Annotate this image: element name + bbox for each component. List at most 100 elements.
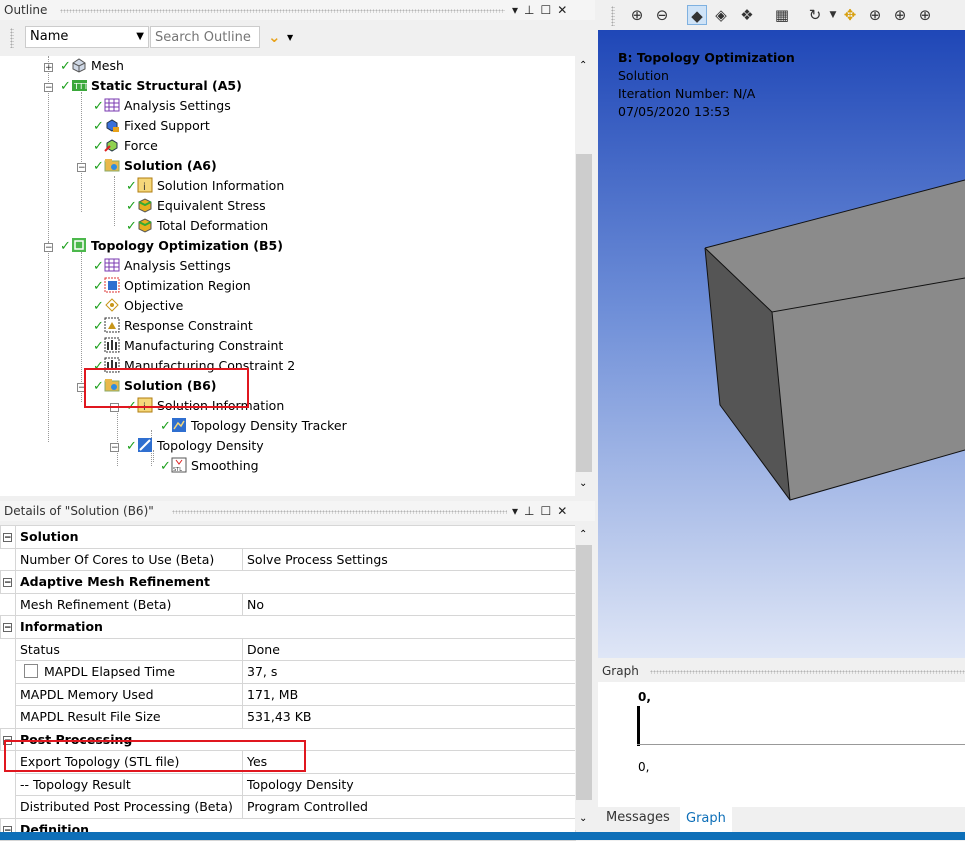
tree-node-smoothing[interactable]: ✓ STL Smoothing xyxy=(160,456,259,476)
maximize-icon[interactable]: ☐ xyxy=(540,501,551,521)
svg-text:i: i xyxy=(143,182,146,193)
collapse-icon[interactable]: − xyxy=(0,570,16,594)
property-row[interactable]: -- Topology Result Topology Density xyxy=(1,772,576,796)
tree-node-analysis-settings[interactable]: ✓ Analysis Settings xyxy=(93,96,231,116)
dropdown-arrow-icon[interactable]: ▾ xyxy=(512,0,518,20)
property-row[interactable]: MAPDL Memory Used 171, MB xyxy=(1,682,576,706)
solution-icon xyxy=(104,157,120,173)
scroll-up-icon[interactable]: ⌃ xyxy=(579,529,587,540)
tree-node-label: Manufacturing Constraint xyxy=(124,338,284,353)
tree-node-label: Objective xyxy=(124,298,184,313)
shaded-view-icon[interactable]: ◆ xyxy=(687,5,707,25)
svg-text:STL: STL xyxy=(173,467,182,473)
geometry-model[interactable] xyxy=(598,30,965,658)
property-value[interactable]: Solve Process Settings xyxy=(242,547,576,571)
tree-node-total-deformation[interactable]: ✓ Total Deformation xyxy=(126,216,268,236)
tab-graph[interactable]: Graph xyxy=(680,807,732,832)
check-icon: ✓ xyxy=(93,119,104,134)
search-options-icon[interactable]: ⌄ xyxy=(268,28,281,46)
edges-view-icon[interactable]: ❖ xyxy=(737,5,757,25)
titlebar-grip xyxy=(650,670,965,674)
tree-node-fixed-support[interactable]: ✓ Fixed Support xyxy=(93,116,210,136)
tree-node-equivalent-stress[interactable]: ✓ Equivalent Stress xyxy=(126,196,266,216)
filter-select[interactable]: Name ▼ xyxy=(25,26,149,48)
check-icon: ✓ xyxy=(93,99,104,114)
tree-node-topology-optimization[interactable]: ✓ Topology Optimization (B5) xyxy=(60,236,283,256)
tree-node-mesh[interactable]: ✓ Mesh xyxy=(60,56,124,76)
details-scrollbar[interactable]: ⌃ ⌄ xyxy=(575,525,593,830)
group-header-adaptive-mesh[interactable]: − Adaptive Mesh Refinement xyxy=(0,570,576,594)
tree-node-solution-information[interactable]: ✓ i Solution Information xyxy=(126,176,284,196)
box-zoom-icon[interactable]: ⊕ xyxy=(890,5,910,25)
outline-scrollbar[interactable]: ⌃ ⌄ xyxy=(575,56,593,496)
zoom-box-icon[interactable]: ⊖ xyxy=(652,5,672,25)
tree-node-response-constraint[interactable]: ✓ Response Constraint xyxy=(93,316,253,336)
collapse-toggle[interactable]: − xyxy=(110,443,119,453)
search-outline-input[interactable] xyxy=(150,26,260,48)
rotate-icon[interactable]: ↻ xyxy=(805,5,825,25)
tree-node-analysis-settings-b[interactable]: ✓ Analysis Settings xyxy=(93,256,231,276)
group-header-information[interactable]: − Information xyxy=(0,615,576,639)
outline-title: Outline xyxy=(4,3,48,17)
scroll-up-icon[interactable]: ⌃ xyxy=(579,60,587,71)
property-row[interactable]: Number Of Cores to Use (Beta) Solve Proc… xyxy=(0,547,576,571)
group-header-solution[interactable]: − Solution xyxy=(0,525,576,549)
tree-node-optimization-region[interactable]: ✓ Optimization Region xyxy=(93,276,251,296)
pin-icon[interactable]: ⊥ xyxy=(524,0,534,20)
tree-node-objective[interactable]: ✓ Objective xyxy=(93,296,183,316)
property-value[interactable]: Topology Density xyxy=(242,772,576,796)
graph-area[interactable]: 0, 0, xyxy=(598,682,965,807)
collapse-toggle[interactable]: − xyxy=(44,83,53,93)
group-title: Solution xyxy=(15,525,576,549)
zoom-extents-icon[interactable]: ⊕ xyxy=(915,5,935,25)
titlebar-grip xyxy=(172,510,507,514)
scrollbar-thumb[interactable] xyxy=(576,545,592,800)
tree-node-manufacturing-constraint[interactable]: ✓ Manufacturing Constraint xyxy=(93,336,283,356)
section-plane-icon[interactable]: ▦ xyxy=(772,5,792,25)
topology-optimization-icon xyxy=(71,237,87,253)
tree-node-topology-density[interactable]: ✓ Topology Density xyxy=(126,436,264,456)
property-row[interactable]: MAPDL Elapsed Time 37, s xyxy=(1,660,576,684)
tree-node-topology-density-tracker[interactable]: ✓ Topology Density Tracker xyxy=(160,416,347,436)
wireframe-view-icon[interactable]: ◈ xyxy=(711,5,731,25)
pin-icon[interactable]: ⊥ xyxy=(524,501,534,521)
property-row[interactable]: MAPDL Result File Size 531,43 KB xyxy=(1,705,576,729)
parameter-checkbox[interactable] xyxy=(24,664,38,679)
tree-node-static-structural[interactable]: ✓ TTT Static Structural (A5) xyxy=(60,76,242,96)
result-icon xyxy=(137,217,153,233)
property-value[interactable]: No xyxy=(242,592,576,616)
collapse-toggle[interactable]: − xyxy=(44,243,53,253)
scrollbar-thumb[interactable] xyxy=(576,154,592,472)
check-icon: ✓ xyxy=(60,79,71,94)
tree-node-force[interactable]: ✓ Force xyxy=(93,136,158,156)
property-row[interactable]: Status Done xyxy=(1,637,576,661)
maximize-icon[interactable]: ☐ xyxy=(540,0,551,20)
tab-messages[interactable]: Messages xyxy=(606,810,670,825)
details-titlebar: Details of "Solution (B6)" ▾ ⊥ ☐ ✕ xyxy=(0,501,595,521)
dropdown-arrow-icon[interactable]: ▾ xyxy=(512,501,518,521)
scroll-down-icon[interactable]: ⌄ xyxy=(579,813,587,824)
graph-y-axis xyxy=(637,706,640,746)
tree-node-solution-a6[interactable]: ✓ Solution (A6) xyxy=(93,156,217,176)
check-icon: ✓ xyxy=(126,439,137,454)
tracker-icon xyxy=(171,417,187,433)
expand-toggle[interactable]: + xyxy=(44,63,53,73)
collapse-icon[interactable]: − xyxy=(0,615,16,639)
property-value[interactable]: Program Controlled xyxy=(242,795,576,819)
scroll-down-icon[interactable]: ⌄ xyxy=(579,478,587,489)
property-row[interactable]: Distributed Post Processing (Beta) Progr… xyxy=(1,795,576,819)
response-constraint-icon xyxy=(104,317,120,333)
collapse-toggle[interactable]: − xyxy=(77,163,86,173)
collapse-icon[interactable]: − xyxy=(0,525,16,549)
small-dropdown-icon[interactable]: ▼ xyxy=(287,33,293,42)
property-name: MAPDL Result File Size xyxy=(15,705,243,729)
close-icon[interactable]: ✕ xyxy=(557,0,567,20)
graphics-viewport[interactable]: B: Topology Optimization Solution Iterat… xyxy=(598,30,965,658)
zoom-to-fit-icon[interactable]: ⊕ xyxy=(627,5,647,25)
pan-icon[interactable]: ✥ xyxy=(840,5,860,25)
property-row[interactable]: Mesh Refinement (Beta) No xyxy=(1,592,576,616)
close-icon[interactable]: ✕ xyxy=(557,501,567,521)
zoom-icon[interactable]: ⊕ xyxy=(865,5,885,25)
analysis-settings-icon xyxy=(104,257,120,273)
static-structural-icon: TTT xyxy=(71,77,88,93)
